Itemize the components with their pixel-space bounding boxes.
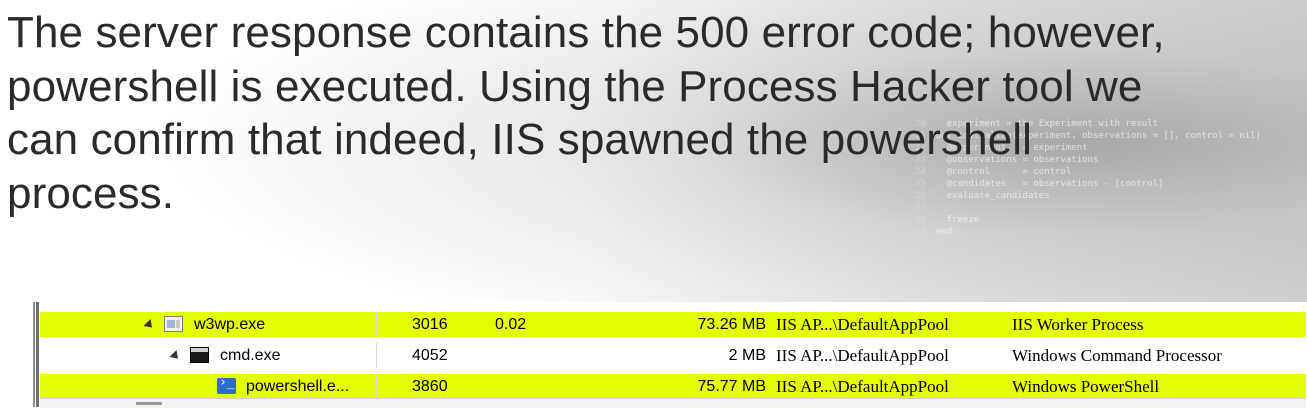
- iis-worker-icon: [164, 316, 183, 332]
- process-user: IIS AP...\DefaultAppPool: [776, 377, 949, 396]
- background-code-line: 29 end: [915, 226, 1305, 238]
- process-pid: 4052: [412, 347, 448, 364]
- process-description: IIS Worker Process: [1012, 315, 1144, 334]
- headline-line-1: The server response contains the 500 err…: [7, 8, 1165, 57]
- process-description: Windows Command Processor: [1012, 346, 1222, 365]
- process-cpu: 0.02: [495, 316, 527, 333]
- code-line-text: end: [935, 227, 953, 237]
- process-private-bytes: 2 MB: [728, 347, 766, 364]
- process-pid: 3016: [412, 316, 448, 333]
- process-name: powershell.e...: [246, 378, 350, 395]
- headline-line-2: powershell is executed. Using the Proces…: [7, 61, 1143, 111]
- process-row-w3wp[interactable]: w3wp.exe 3016 0.02 73.26 MB IIS AP...\De…: [40, 312, 1306, 337]
- process-private-bytes: 75.77 MB: [697, 378, 766, 395]
- process-description: Windows PowerShell: [1012, 377, 1160, 396]
- panel-left-border: [36, 302, 39, 407]
- cmd-icon: [190, 347, 209, 363]
- headline-line-4: process.: [7, 168, 175, 218]
- process-user: IIS AP...\DefaultAppPool: [776, 315, 949, 334]
- powershell-icon: [217, 375, 236, 394]
- collapse-triangle-icon[interactable]: [143, 318, 156, 332]
- process-private-bytes: 73.26 MB: [697, 316, 766, 333]
- process-pid: 3860: [412, 378, 448, 395]
- process-name: cmd.exe: [220, 347, 281, 364]
- page-headline: The server response contains the 500 err…: [7, 6, 1307, 220]
- process-row-powershell[interactable]: powershell.e... 3860 75.77 MB IIS AP...\…: [40, 374, 1306, 399]
- code-line-number: 29: [915, 227, 926, 237]
- headline-line-3: can confirm that indeed, IIS spawned the…: [7, 115, 1033, 164]
- collapse-triangle-icon[interactable]: [169, 349, 182, 363]
- process-name: w3wp.exe: [194, 316, 266, 333]
- process-row-cmd[interactable]: cmd.exe 4052 2 MB IIS AP...\DefaultAppPo…: [40, 343, 1306, 368]
- process-user: IIS AP...\DefaultAppPool: [776, 346, 949, 365]
